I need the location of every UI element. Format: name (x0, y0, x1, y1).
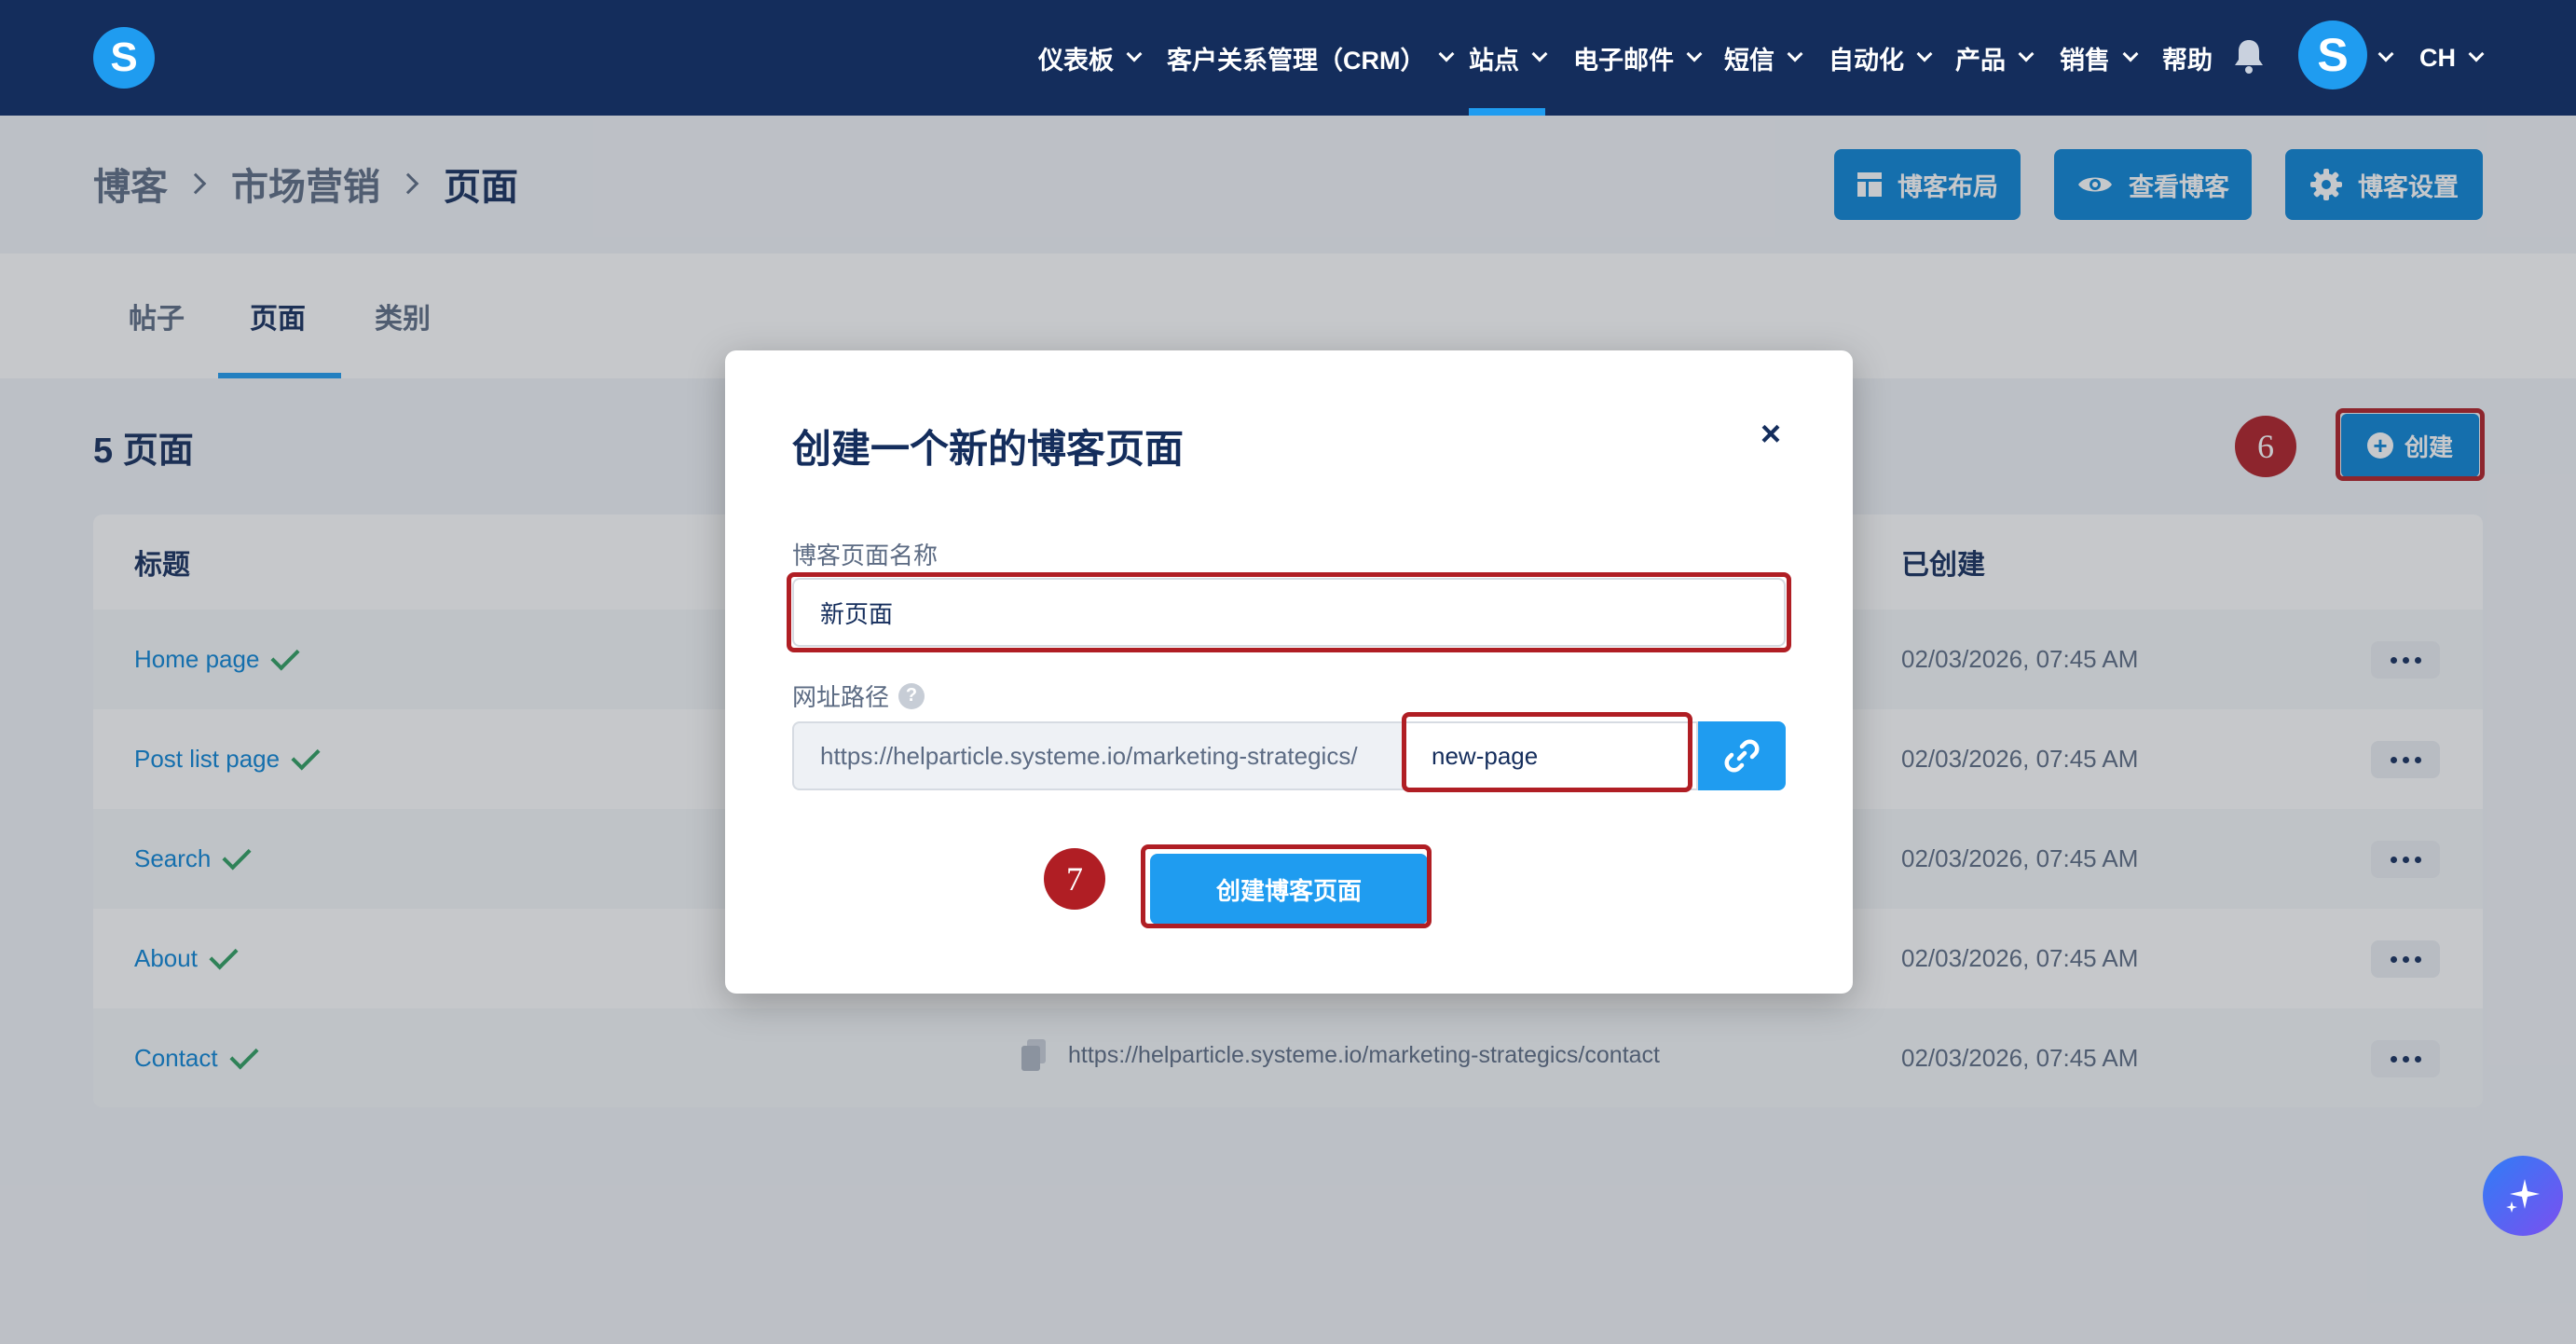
nav-crm[interactable]: 客户关系管理（CRM） (1167, 0, 1454, 116)
nav-products[interactable]: 产品 (1955, 0, 2035, 116)
top-navigation: S 仪表板 客户关系管理（CRM） 站点 电子邮件 短信 自动化 产品 销售 帮… (0, 0, 2576, 116)
nav-sms[interactable]: 短信 (1724, 0, 1803, 116)
page-name-label: 博客页面名称 (792, 542, 939, 569)
highlight-submit-button (1141, 844, 1432, 928)
nav-dashboard[interactable]: 仪表板 (1038, 0, 1143, 116)
nav-help[interactable]: 帮助 (2162, 0, 2213, 116)
chevron-down-icon (2468, 46, 2485, 62)
user-avatar[interactable]: S (2298, 21, 2367, 89)
avatar-menu-chevron[interactable] (2377, 0, 2394, 116)
nav-email[interactable]: 电子邮件 (1573, 0, 1703, 116)
nav-sales[interactable]: 销售 (2060, 0, 2139, 116)
help-icon[interactable]: ? (898, 682, 925, 709)
ai-assistant-button[interactable] (2483, 1156, 2563, 1236)
step-badge-7: 7 (1044, 848, 1105, 910)
url-path-label: 网址路径 ? (792, 679, 925, 713)
highlight-url-slug-input (1402, 712, 1692, 792)
close-icon[interactable]: × (1750, 414, 1791, 455)
link-icon (1724, 739, 1760, 773)
chevron-down-icon (1126, 46, 1143, 62)
modal-title: 创建一个新的博客页面 (792, 427, 1185, 471)
chevron-down-icon (1531, 46, 1548, 62)
language-selector[interactable]: CH (2419, 0, 2485, 116)
chevron-down-icon (2122, 46, 2139, 62)
chevron-down-icon (1438, 46, 1454, 62)
sparkle-icon (2506, 1179, 2540, 1213)
url-prefix: https://helparticle.systeme.io/marketing… (792, 721, 1404, 790)
nav-sites[interactable]: 站点 (1469, 0, 1548, 116)
link-button[interactable] (1698, 721, 1786, 790)
chevron-down-icon (1916, 46, 1933, 62)
highlight-page-name-input (787, 572, 1791, 652)
systeme-logo[interactable]: S (93, 27, 155, 89)
create-blog-page-modal: 创建一个新的博客页面 × 博客页面名称 网址路径 ? https://helpa… (725, 350, 1853, 994)
chevron-down-icon (1787, 46, 1803, 62)
bell-icon[interactable] (2233, 37, 2265, 75)
nav-automation[interactable]: 自动化 (1829, 0, 1933, 116)
chevron-down-icon (2018, 46, 2035, 62)
nav-active-underline (1469, 108, 1545, 116)
chevron-down-icon (1686, 46, 1703, 62)
chevron-down-icon (2377, 46, 2394, 62)
